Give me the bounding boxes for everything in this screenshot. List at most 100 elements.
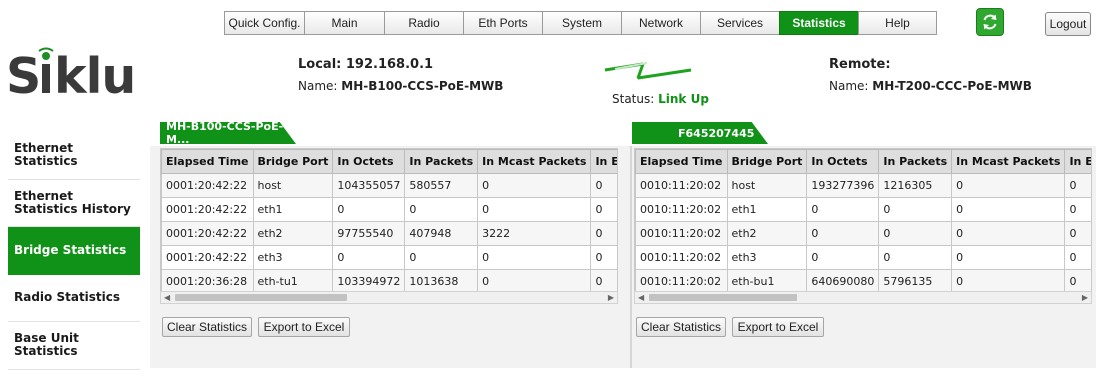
table-cell: 0 (1064, 197, 1091, 222)
content-area: MH-B100-CCS-PoE-M... Elapsed Time Bridge … (150, 122, 1096, 368)
table-cell: 1013638 (404, 269, 479, 291)
table-cell: 0 (332, 245, 406, 270)
table-cell: 0 (477, 245, 592, 270)
table-cell: 580557 (404, 173, 479, 198)
table-row: 0010:11:20:02 eth-bu1 640690080 5796135 0 0 (635, 269, 1091, 291)
table-cell: 407948 (404, 221, 479, 246)
right-horizontal-scrollbar[interactable]: ◀ ▶ (634, 291, 1092, 304)
svg-text:klu: klu (54, 48, 135, 103)
column-header: In Mcast Packets (951, 149, 1066, 174)
table-cell: eth3 (252, 245, 334, 270)
export-to-excel-button-remote[interactable]: Export to Excel (732, 317, 824, 337)
refresh-button[interactable] (976, 8, 1004, 36)
column-header: In Packets (404, 149, 479, 174)
sidebar-item-base-unit-statistics[interactable]: Base Unit Statistics (8, 322, 140, 370)
remote-label: Remote: (829, 57, 891, 72)
table-row: 0010:11:20:02 eth2 0 0 0 0 (635, 221, 1091, 246)
table-cell: 0 (878, 245, 953, 270)
table-cell: 0 (332, 197, 406, 222)
nav-main[interactable]: Main (304, 11, 384, 35)
table-cell: 0010:11:20:02 (635, 245, 728, 270)
table-row: 0001:20:42:22 host 104355057 580557 0 0 (161, 173, 617, 198)
table-cell: 3222 (477, 221, 592, 246)
nav-network[interactable]: Network (621, 11, 700, 35)
column-header: Elapsed Time (635, 149, 728, 174)
nav-radio[interactable]: Radio (384, 11, 463, 35)
column-header: Bridge Port (252, 149, 334, 174)
sidebar-item-ethernet-statistics[interactable]: Ethernet Statistics (8, 132, 140, 180)
table-cell: eth-bu1 (726, 269, 808, 291)
scroll-right-arrow-icon[interactable]: ▶ (1082, 292, 1088, 303)
nav-services[interactable]: Services (700, 11, 779, 35)
nav-help[interactable]: Help (858, 11, 937, 35)
table-cell: 1216305 (878, 173, 953, 198)
table-cell: 97755540 (332, 221, 406, 246)
clear-statistics-button-remote[interactable]: Clear Statistics (636, 317, 726, 337)
logout-button[interactable]: Logout (1045, 12, 1091, 36)
svg-text:S: S (6, 48, 40, 103)
table-cell: 0 (806, 197, 880, 222)
nav-eth-ports[interactable]: Eth Ports (463, 11, 542, 35)
logo-graphic: S klu (6, 47, 136, 103)
table-cell: host (252, 173, 334, 198)
column-header: In Errors (1064, 149, 1091, 174)
table-cell: 0 (404, 245, 479, 270)
sidebar-item-ethernet-statistics-history[interactable]: Ethernet Statistics History (8, 180, 140, 227)
scrollbar-thumb[interactable] (175, 294, 347, 301)
panel-tab-remote[interactable]: F645207445 (632, 122, 768, 144)
table-cell: 0 (951, 269, 1066, 291)
table-cell: 0 (590, 221, 617, 246)
panel-tab-local[interactable]: MH-B100-CCS-PoE-M... (160, 122, 296, 144)
clear-statistics-button-local[interactable]: Clear Statistics (162, 317, 252, 337)
sidebar: Ethernet Statistics Ethernet Statistics … (8, 132, 140, 370)
refresh-icon (983, 14, 997, 30)
table-cell: 0 (878, 221, 953, 246)
table-cell: 0 (806, 245, 880, 270)
table-row: 0010:11:20:02 eth3 0 0 0 0 (635, 245, 1091, 270)
scroll-left-arrow-icon[interactable]: ◀ (164, 292, 170, 303)
remote-name-value: MH-T200-CCC-PoE-MWB (872, 79, 1032, 93)
table-cell: 0001:20:42:22 (161, 221, 254, 246)
table-cell: 0 (1064, 269, 1091, 291)
table-row: 0001:20:42:22 eth2 97755540 407948 3222 0 (161, 221, 617, 246)
table-cell: 5796135 (878, 269, 953, 291)
table-cell: 0 (590, 173, 617, 198)
table-cell: 0001:20:42:22 (161, 173, 254, 198)
table-cell: 0 (1064, 245, 1091, 270)
sidebar-item-bridge-statistics[interactable]: Bridge Statistics (8, 227, 140, 275)
table-cell: eth-tu1 (252, 269, 334, 291)
table-cell: 0 (951, 173, 1066, 198)
link-status-value: Link Up (658, 92, 709, 106)
column-header: Bridge Port (726, 149, 808, 174)
nav-statistics[interactable]: Statistics (779, 11, 858, 35)
sidebar-item-radio-statistics[interactable]: Radio Statistics (8, 275, 140, 322)
table-cell: 0 (477, 173, 592, 198)
table-cell: 0 (477, 197, 592, 222)
table-row: 0010:11:20:02 eth1 0 0 0 0 (635, 197, 1091, 222)
nav-quick-config[interactable]: Quick Config. (224, 11, 304, 35)
column-header: In Octets (806, 149, 880, 174)
table-cell: 0001:20:42:22 (161, 197, 254, 222)
export-to-excel-button-local[interactable]: Export to Excel (258, 317, 350, 337)
table-cell: eth1 (252, 197, 334, 222)
table-cell: 0 (1064, 221, 1091, 246)
local-name: Name: MH-B100-CCS-PoE-MWB (298, 79, 504, 93)
table-cell: 0 (878, 197, 953, 222)
table-cell: 0 (951, 245, 1066, 270)
table-cell: 0 (806, 221, 880, 246)
scrollbar-thumb[interactable] (649, 294, 797, 301)
scroll-right-arrow-icon[interactable]: ▶ (608, 292, 614, 303)
siklu-logo: S klu (6, 47, 146, 103)
scroll-left-arrow-icon[interactable]: ◀ (638, 292, 644, 303)
nav-system[interactable]: System (542, 11, 621, 35)
table-cell: 0 (951, 197, 1066, 222)
left-horizontal-scrollbar[interactable]: ◀ ▶ (160, 291, 618, 304)
table-cell: 0010:11:20:02 (635, 173, 728, 198)
table-cell: 640690080 (806, 269, 880, 291)
table-cell: 0 (404, 197, 479, 222)
table-cell: eth2 (726, 221, 808, 246)
table-cell: host (726, 173, 808, 198)
table-row: 0001:20:42:22 eth3 0 0 0 0 (161, 245, 617, 270)
table-cell: 0001:20:36:28 (161, 269, 254, 291)
column-header: Elapsed Time (161, 149, 254, 174)
